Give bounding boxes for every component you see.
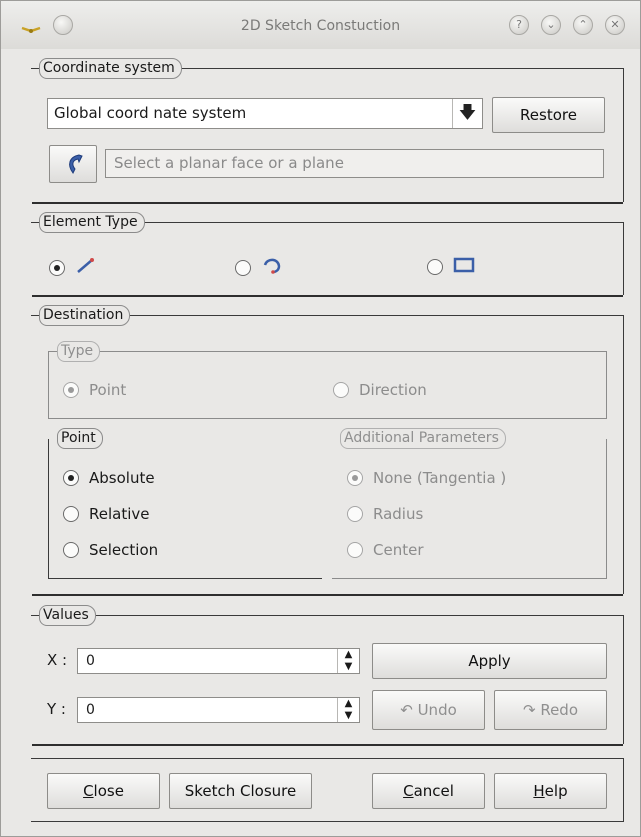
- select-plane-button[interactable]: [49, 145, 97, 183]
- close-label: lose: [93, 782, 124, 800]
- radio-absolute[interactable]: [63, 470, 79, 486]
- x-value: 0: [86, 653, 95, 669]
- plane-selection-field[interactable]: Select a planar face or a plane: [105, 149, 604, 178]
- additional-parameters-legend: Additional Parameters: [340, 428, 506, 449]
- element-type-legend: Element Type: [39, 212, 145, 233]
- separator: [32, 202, 623, 204]
- y-value: 0: [86, 702, 95, 718]
- type-group: Type: [48, 341, 607, 419]
- title-bar[interactable]: 2D Sketch Constuction ? ⌄ ⌃ ✕: [1, 1, 640, 49]
- type-direction-option[interactable]: Direction: [333, 381, 427, 399]
- none-tangential-option[interactable]: None (Tangentia ): [347, 469, 506, 487]
- type-direction-label: Direction: [359, 381, 427, 399]
- type-legend: Type: [57, 341, 101, 362]
- undo-label: Undo: [417, 701, 457, 719]
- dropdown-arrow-icon[interactable]: 🡇: [452, 99, 482, 128]
- separator: [32, 594, 623, 596]
- cancel-mnemonic: C: [403, 782, 414, 800]
- destination-legend: Destination: [39, 305, 131, 326]
- none-label: None (Tangentia ): [373, 469, 507, 487]
- y-spinbox[interactable]: 0 ▲ ▼: [77, 697, 360, 723]
- help-button[interactable]: Help: [494, 773, 607, 809]
- relative-label: Relative: [89, 505, 150, 523]
- selection-label: Selection: [89, 541, 159, 559]
- point-legend: Point: [57, 428, 103, 449]
- coordinate-system-select[interactable]: Global coord nate system 🡇: [47, 98, 483, 129]
- type-point-option[interactable]: Point: [63, 381, 126, 399]
- segment-icon: [75, 257, 95, 279]
- x-spinbox[interactable]: 0 ▲ ▼: [77, 648, 360, 674]
- redo-icon: ↷: [522, 701, 536, 719]
- help-mnemonic: H: [533, 782, 545, 800]
- element-type-rectangle[interactable]: [427, 257, 475, 277]
- dialog-window: 2D Sketch Constuction ? ⌄ ⌃ ✕ Coordinate…: [0, 0, 641, 837]
- cancel-button[interactable]: Cancel: [372, 773, 485, 809]
- help-icon[interactable]: ?: [509, 15, 529, 35]
- undo-button[interactable]: ↶ Undo: [372, 690, 485, 730]
- maximize-icon[interactable]: ⌃: [573, 15, 593, 35]
- close-button[interactable]: Close: [47, 773, 160, 809]
- spin-arrows-icon[interactable]: ▲ ▼: [337, 698, 359, 722]
- restore-button[interactable]: Restore: [492, 97, 605, 133]
- y-label: Y :: [47, 700, 66, 718]
- arc-icon: [261, 257, 283, 279]
- values-legend: Values: [39, 605, 96, 626]
- radio-arc[interactable]: [235, 260, 251, 276]
- radio-direction[interactable]: [333, 382, 349, 398]
- coordinate-system-value: Global coord nate system: [54, 104, 247, 122]
- spin-arrows-icon[interactable]: ▲ ▼: [337, 649, 359, 673]
- coordinate-system-legend: Coordinate system: [39, 58, 182, 79]
- radio-selection[interactable]: [63, 542, 79, 558]
- absolute-label: Absolute: [89, 469, 155, 487]
- radio-radius[interactable]: [347, 506, 363, 522]
- radio-segment[interactable]: [49, 260, 65, 276]
- point-relative-option[interactable]: Relative: [63, 505, 150, 523]
- radio-relative[interactable]: [63, 506, 79, 522]
- separator: [32, 744, 623, 746]
- x-label: X :: [47, 651, 68, 669]
- close-icon[interactable]: ✕: [605, 15, 625, 35]
- radio-point[interactable]: [63, 382, 79, 398]
- shade-icon[interactable]: ⌄: [541, 15, 561, 35]
- point-selection-option[interactable]: Selection: [63, 541, 158, 559]
- element-type-group: Element Type: [31, 212, 624, 295]
- redo-button[interactable]: ↷ Redo: [494, 690, 607, 730]
- radio-center[interactable]: [347, 542, 363, 558]
- undo-icon: ↶: [400, 701, 413, 719]
- help-label: elp: [544, 782, 568, 800]
- separator: [32, 295, 623, 297]
- redo-label: Redo: [540, 701, 579, 719]
- type-point-label: Point: [89, 381, 127, 399]
- radius-label: Radius: [373, 505, 424, 523]
- close-mnemonic: C: [83, 782, 94, 800]
- radio-rectangle[interactable]: [427, 259, 443, 275]
- sketch-closure-button[interactable]: Sketch Closure: [169, 773, 312, 809]
- coordinate-system-group: Coordinate system: [31, 58, 624, 202]
- rectangle-icon: [453, 257, 475, 277]
- cancel-label: ancel: [413, 782, 454, 800]
- radius-option[interactable]: Radius: [347, 505, 423, 523]
- apply-button[interactable]: Apply: [372, 643, 607, 679]
- radio-none[interactable]: [347, 470, 363, 486]
- center-label: Center: [373, 541, 424, 559]
- point-absolute-option[interactable]: Absolute: [63, 469, 155, 487]
- center-option[interactable]: Center: [347, 541, 424, 559]
- element-type-segment[interactable]: [49, 257, 95, 279]
- select-arrow-icon: [63, 153, 83, 174]
- element-type-arc[interactable]: [235, 257, 283, 279]
